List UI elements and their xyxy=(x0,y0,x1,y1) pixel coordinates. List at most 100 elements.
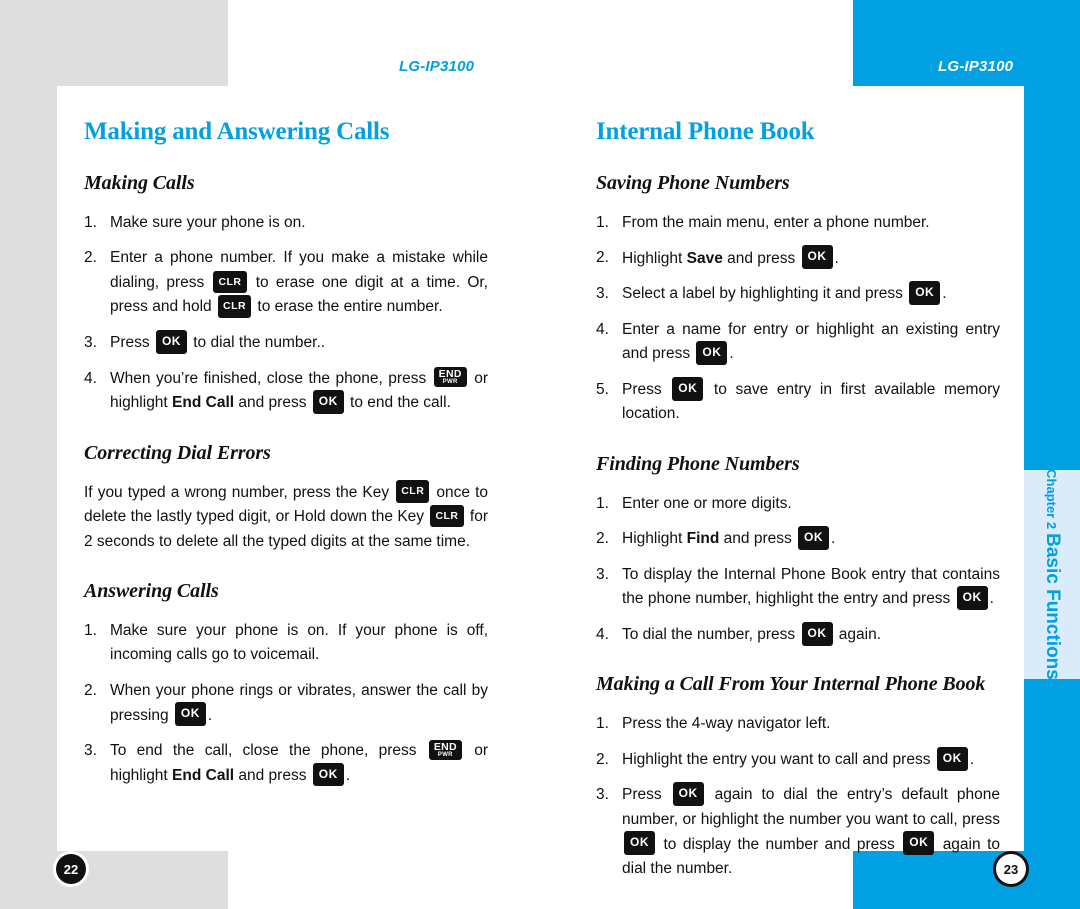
list-item: 4. To dial the number, press OK again. xyxy=(596,621,1000,648)
key-ok-icon: OK xyxy=(903,831,935,856)
subsection-title-making-calls: Making Calls xyxy=(84,172,195,194)
list-item: 2. Highlight the entry you want to call a… xyxy=(596,746,1000,773)
key-ok-icon: OK xyxy=(312,762,344,787)
ui-label-text: End Call xyxy=(172,766,235,784)
key-ok-icon: OK xyxy=(909,281,941,305)
key-ok-icon: OK xyxy=(936,746,968,771)
key-ok-icon: OK xyxy=(312,389,344,414)
list-item: 2. Highlight Find and press OK. xyxy=(596,526,1000,552)
chapter-side-tab: Chapter 2 Basic Functions xyxy=(1024,469,1080,680)
step-text: To display the Internal Phone Book entry… xyxy=(622,566,1000,611)
step-text: From the main menu, enter a phone number… xyxy=(622,214,930,231)
step-text: Make sure your phone is on. xyxy=(110,214,306,231)
left-page-column: Making and Answering Calls Making Calls … xyxy=(84,118,488,810)
key-end-pwr-icon: END PWR xyxy=(428,739,462,760)
step-number: 1. xyxy=(596,214,609,231)
steps-finding-phone-numbers: 1. Enter one or more digits. 2. Highlight … xyxy=(596,492,1000,648)
page-title-right: Internal Phone Book xyxy=(596,118,815,145)
step-number: 2. xyxy=(596,249,609,267)
list-item: 2. Enter a phone number. If you make a mi… xyxy=(84,246,488,319)
page-number-badge-right: 23 xyxy=(996,854,1026,884)
step-text: When your phone rings or vibrates, answe… xyxy=(110,682,488,727)
list-item: 1. Make sure your phone is on. If your ph… xyxy=(84,619,488,668)
list-item: 2. Highlight Save and press OK. xyxy=(596,245,1000,271)
step-number: 4. xyxy=(84,369,97,387)
key-ok-icon: OK xyxy=(801,245,833,270)
ui-label-text: Find xyxy=(686,530,720,548)
list-item: 1. From the main menu, enter a phone numb… xyxy=(596,211,1000,235)
page-frame-bottom-left-gray-block xyxy=(0,851,228,909)
list-item: 1. Make sure your phone is on. xyxy=(84,211,488,235)
list-item: 5. Press OK to save entry in first availa… xyxy=(596,376,1000,427)
step-number: 2. xyxy=(596,530,609,548)
step-text: To dial the number, press OK again. xyxy=(622,621,881,646)
page-title-left: Making and Answering Calls xyxy=(84,118,390,145)
step-text: To end the call, close the phone, press … xyxy=(110,739,488,787)
subsection-title-finding-phone-numbers: Finding Phone Numbers xyxy=(596,452,800,475)
list-item: 3. Press OK again to dial the entry’s def… xyxy=(596,782,1000,881)
key-ok-icon: OK xyxy=(672,376,704,401)
list-item: 1. Press the 4-way navigator left. xyxy=(596,712,1000,736)
subsection-title-correcting-dial-errors: Correcting Dial Errors xyxy=(84,441,271,464)
step-number: 3. xyxy=(596,786,609,804)
list-item: 2. When your phone rings or vibrates, ans… xyxy=(84,679,488,728)
step-text: Enter a name for entry or highlight an e… xyxy=(622,321,1000,366)
key-ok-icon: OK xyxy=(672,782,704,807)
paragraph-correcting-dial-errors: If you typed a wrong number, press the K… xyxy=(84,480,488,554)
list-item: 3. To display the Internal Phone Book ent… xyxy=(596,563,1000,612)
subsection-title-making-a-call-from-phone-book: Making a Call From Your Internal Phone B… xyxy=(596,673,986,696)
key-ok-icon: OK xyxy=(696,341,728,366)
step-text: Highlight the entry you want to call and… xyxy=(622,746,974,771)
list-item: 4. When you’re finished, close the phone,… xyxy=(84,367,488,416)
key-clr-icon: CLR xyxy=(430,504,464,528)
list-item: 3. Press OK to dial the number.. xyxy=(84,329,488,356)
key-ok-icon: OK xyxy=(801,621,833,646)
steps-making-calls: 1. Make sure your phone is on. 2. Enter a … xyxy=(84,211,488,416)
step-text: Enter one or more digits. xyxy=(622,494,792,512)
step-text: When you’re finished, close the phone, p… xyxy=(110,367,488,414)
chapter-tab-name: Basic Functions xyxy=(1042,533,1063,680)
steps-saving-phone-numbers: 1. From the main menu, enter a phone numb… xyxy=(596,211,1000,427)
step-number: 2. xyxy=(84,681,97,699)
step-number: 1. xyxy=(84,622,97,639)
step-text: Enter a phone number. If you make a mist… xyxy=(110,249,488,318)
chapter-tab-inner: Chapter 2 Basic Functions xyxy=(1024,469,1080,680)
step-text: Press OK to save entry in first availabl… xyxy=(622,376,1000,422)
chapter-tab-cap xyxy=(1024,440,1080,470)
step-text: Highlight Find and press OK. xyxy=(622,526,835,551)
list-item: 4. Enter a name for entry or highlight an… xyxy=(596,318,1000,367)
step-number: 3. xyxy=(596,285,609,303)
page-frame-top-left-gray-block xyxy=(0,0,228,86)
steps-making-a-call-from-phone-book: 1. Press the 4-way navigator left. 2. High… xyxy=(596,712,1000,881)
step-number: 3. xyxy=(84,333,97,351)
key-clr-icon: CLR xyxy=(213,270,247,294)
list-item: 1. Enter one or more digits. xyxy=(596,492,1000,516)
right-page-column: Internal Phone Book Saving Phone Numbers… xyxy=(596,118,1000,904)
step-number: 1. xyxy=(84,214,97,231)
step-text: Select a label by highlighting it and pr… xyxy=(622,281,947,305)
page-frame-left-gray-band xyxy=(0,0,57,909)
running-head-right-page: LG-IP3100 xyxy=(938,58,1014,75)
list-item: 3. To end the call, close the phone, pres… xyxy=(84,739,488,788)
key-end-pwr-icon: END PWR xyxy=(433,367,467,388)
step-text: Press OK to dial the number.. xyxy=(110,329,325,354)
key-ok-icon: OK xyxy=(956,586,988,611)
steps-answering-calls: 1. Make sure your phone is on. If your ph… xyxy=(84,619,488,788)
chapter-tab-number: Chapter 2 xyxy=(1044,469,1060,530)
step-number: 1. xyxy=(596,715,609,733)
subsection-title-saving-phone-numbers: Saving Phone Numbers xyxy=(596,172,790,194)
step-text: Make sure your phone is on. If your phon… xyxy=(110,622,488,664)
list-item: 3. Select a label by highlighting it and … xyxy=(596,281,1000,307)
key-ok-icon: OK xyxy=(155,329,187,354)
subsection-title-answering-calls: Answering Calls xyxy=(84,580,219,602)
ui-label-text: End Call xyxy=(172,394,235,412)
step-number: 4. xyxy=(596,320,609,338)
key-ok-icon: OK xyxy=(174,702,206,727)
step-number: 4. xyxy=(596,625,609,643)
key-ok-icon: OK xyxy=(798,526,830,551)
step-number: 3. xyxy=(596,565,609,583)
key-clr-icon: CLR xyxy=(396,480,430,503)
step-number: 5. xyxy=(596,380,609,398)
step-text: Highlight Save and press OK. xyxy=(622,245,839,270)
step-text: Press the 4-way navigator left. xyxy=(622,715,831,733)
